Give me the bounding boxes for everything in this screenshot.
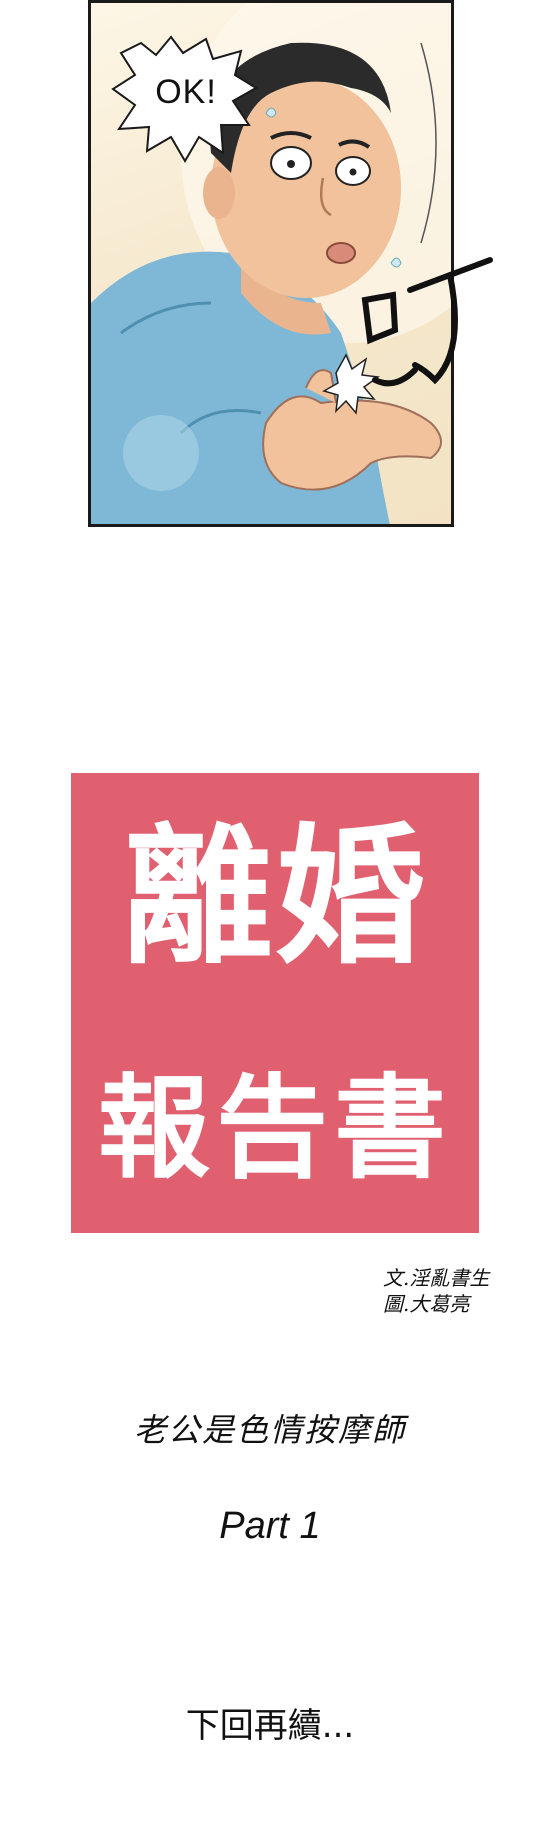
to-be-continued: 下回再續... <box>185 1706 355 1746</box>
sound-effect <box>355 230 495 400</box>
episode-subtitle: 老公是色情按摩師 <box>133 1411 406 1449</box>
sound-effect-lettering <box>361 257 493 387</box>
episode-part: Part 1 <box>219 1505 321 1547</box>
title-line-2: 報告書 <box>98 1064 452 1194</box>
credits: 文.淫亂書生 圖.大葛亮 <box>383 1265 533 1317</box>
title-line-1: 離婚 <box>122 811 427 985</box>
writer-credit: 文.淫亂書生 <box>383 1266 490 1290</box>
artist-credit: 圖.大葛亮 <box>383 1292 470 1316</box>
title-card: 離婚 報告書 <box>71 773 479 1233</box>
speech-bubble-text: OK! <box>155 73 217 111</box>
